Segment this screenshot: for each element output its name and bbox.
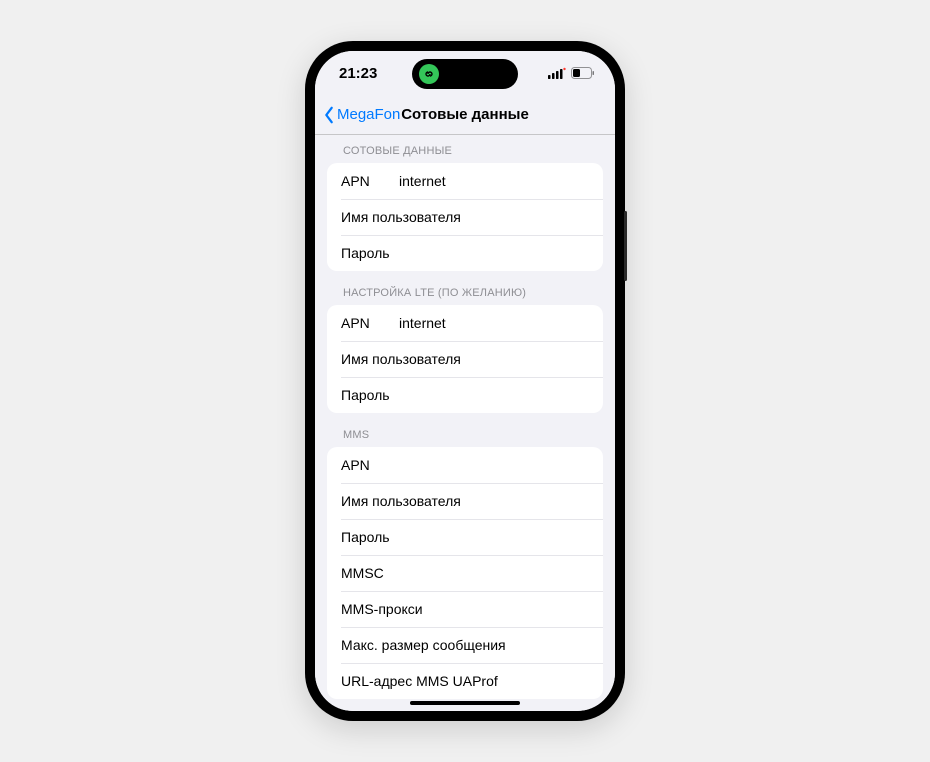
label-apn: APN <box>341 173 399 189</box>
label-uaprof: URL-адрес MMS UAProf <box>341 673 498 689</box>
home-indicator[interactable] <box>410 701 520 705</box>
row-mms-proxy[interactable]: MMS-прокси <box>327 591 603 627</box>
row-mms-uaprof[interactable]: URL-адрес MMS UAProf <box>327 663 603 699</box>
phone-frame: 21:23 <box>305 41 625 721</box>
row-cellular-password[interactable]: Пароль <box>327 235 603 271</box>
label-username: Имя пользователя <box>341 351 461 367</box>
group-mms: APN Имя пользователя Пароль MMSC MMS-про… <box>327 447 603 699</box>
chevron-left-icon <box>323 106 335 124</box>
island-activity-icon <box>419 64 439 84</box>
cellular-signal-icon <box>548 67 566 79</box>
label-apn: APN <box>341 457 370 473</box>
navigation-bar: MegaFon Сотовые данные <box>315 95 615 135</box>
group-lte: APN internet Имя пользователя Пароль <box>327 305 603 413</box>
section-header-cellular: СОТОВЫЕ ДАННЫЕ <box>315 135 615 163</box>
label-username: Имя пользователя <box>341 209 461 225</box>
status-time: 21:23 <box>339 65 377 82</box>
status-bar: 21:23 <box>315 51 615 95</box>
row-cellular-apn[interactable]: APN internet <box>327 163 603 199</box>
value-apn: internet <box>399 315 589 331</box>
row-mms-mmsc[interactable]: MMSC <box>327 555 603 591</box>
label-password: Пароль <box>341 529 390 545</box>
label-proxy: MMS-прокси <box>341 601 423 617</box>
label-mmsc: MMSC <box>341 565 384 581</box>
row-mms-username[interactable]: Имя пользователя <box>327 483 603 519</box>
screen: 21:23 <box>315 51 615 711</box>
group-cellular: APN internet Имя пользователя Пароль <box>327 163 603 271</box>
label-apn: APN <box>341 315 399 331</box>
back-button[interactable]: MegaFon <box>323 106 400 124</box>
side-button <box>624 211 627 281</box>
row-mms-password[interactable]: Пароль <box>327 519 603 555</box>
section-header-mms: MMS <box>315 413 615 447</box>
dynamic-island <box>412 59 518 89</box>
row-mms-apn[interactable]: APN <box>327 447 603 483</box>
page-title: Сотовые данные <box>401 106 529 123</box>
status-indicators <box>548 67 595 79</box>
row-mms-maxsize[interactable]: Макс. размер сообщения <box>327 627 603 663</box>
battery-icon <box>571 67 595 79</box>
row-cellular-username[interactable]: Имя пользователя <box>327 199 603 235</box>
content-scroll[interactable]: СОТОВЫЕ ДАННЫЕ APN internet Имя пользова… <box>315 135 615 711</box>
section-header-lte: НАСТРОЙКА LTE (ПО ЖЕЛАНИЮ) <box>315 271 615 305</box>
row-lte-apn[interactable]: APN internet <box>327 305 603 341</box>
label-password: Пароль <box>341 387 390 403</box>
row-lte-password[interactable]: Пароль <box>327 377 603 413</box>
value-apn: internet <box>399 173 589 189</box>
label-maxsize: Макс. размер сообщения <box>341 637 506 653</box>
label-password: Пароль <box>341 245 390 261</box>
row-lte-username[interactable]: Имя пользователя <box>327 341 603 377</box>
back-label: MegaFon <box>337 106 400 123</box>
label-username: Имя пользователя <box>341 493 461 509</box>
